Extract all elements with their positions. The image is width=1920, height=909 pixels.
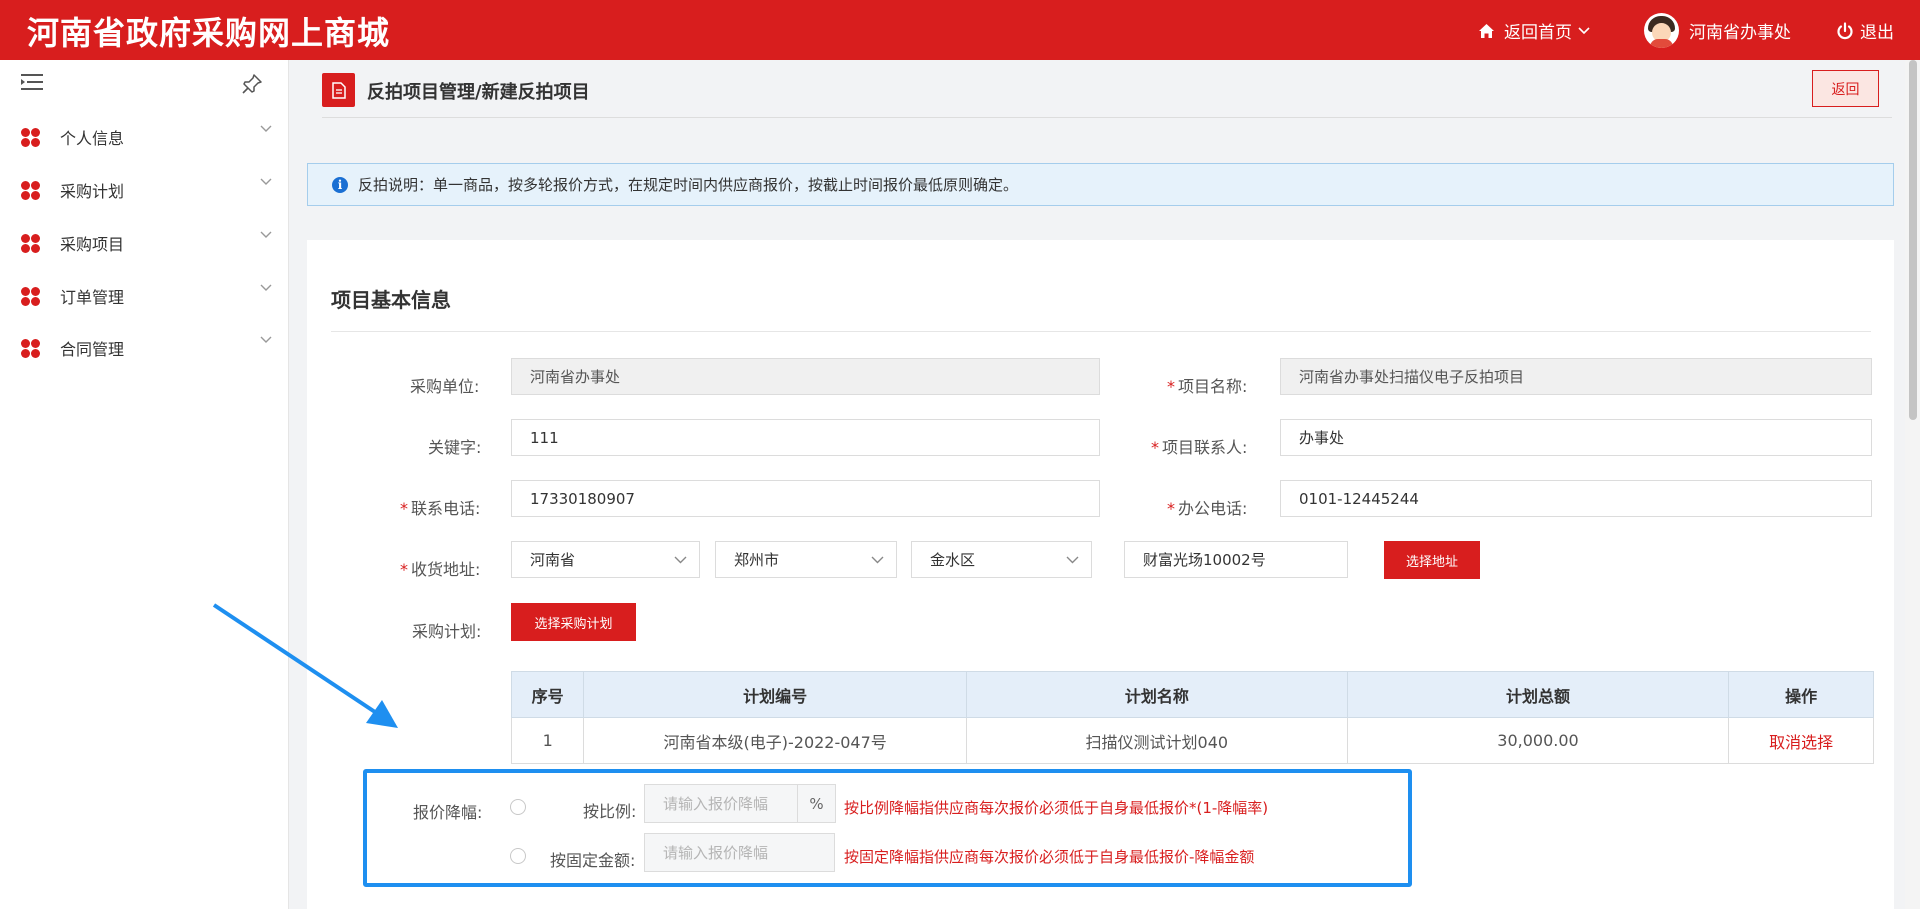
city-select[interactable]: 郑州市 xyxy=(715,541,897,578)
cell-name: 扫描仪测试计划040 xyxy=(965,717,1348,764)
column-header-amount: 计划总额 xyxy=(1346,671,1730,718)
user-name: 河南省办事处 xyxy=(1689,23,1791,43)
top-bar: 河南省政府采购网上商城 返回首页 河南省办事处 退出 xyxy=(0,0,1920,60)
power-icon xyxy=(1837,21,1853,39)
pin-icon[interactable] xyxy=(240,72,264,96)
sidebar-item-contract-management[interactable]: 合同管理 xyxy=(0,322,289,374)
sidebar-item-label: 合同管理 xyxy=(60,340,125,359)
office-phone-label: * 办公电话: xyxy=(1167,499,1248,518)
clover-icon xyxy=(21,287,41,307)
sidebar-item-label: 采购计划 xyxy=(60,182,125,201)
page-title: 反拍项目管理/新建反拍项目 xyxy=(367,82,590,103)
ratio-radio[interactable] xyxy=(510,799,526,815)
ratio-label: 按比例: xyxy=(583,802,637,821)
menu-toggle-icon[interactable] xyxy=(21,73,43,91)
notice-text: 反拍说明：单一商品，按多轮报价方式，在规定时间内供应商报价，按截止时间报价最低原… xyxy=(358,176,1019,194)
clover-icon xyxy=(21,339,41,359)
avatar xyxy=(1644,13,1679,48)
district-select[interactable]: 金水区 xyxy=(911,541,1092,578)
site-brand[interactable]: 河南省政府采购网上商城 xyxy=(27,8,390,54)
cell-code: 河南省本级(电子)-2022-047号 xyxy=(583,717,967,764)
info-icon: i xyxy=(332,176,348,193)
cell-amount: 30,000.00 xyxy=(1346,717,1730,764)
section-title: 项目基本信息 xyxy=(331,288,451,312)
select-plan-button[interactable]: 选择采购计划 xyxy=(511,603,636,641)
fixed-amount-radio[interactable] xyxy=(510,848,526,864)
scroll-thumb[interactable] xyxy=(1909,60,1917,420)
ratio-hint: 按比例降幅指供应商每次报价必须低于自身最低报价*(1-降幅率) xyxy=(844,799,1269,817)
sidebar-item-personal-info[interactable]: 个人信息 xyxy=(0,111,289,163)
street-field[interactable]: 财富光场10002号 xyxy=(1124,541,1348,578)
logout-label: 退出 xyxy=(1860,23,1894,43)
contact-label: * 项目联系人: xyxy=(1151,438,1248,457)
select-address-button[interactable]: 选择地址 xyxy=(1384,541,1480,579)
sidebar: 个人信息 采购计划 采购项目 订单管理 合同管理 xyxy=(0,60,289,909)
cell-no: 1 xyxy=(510,717,585,764)
sidebar-item-label: 订单管理 xyxy=(60,288,125,307)
office-phone-field[interactable]: 0101-12445244 xyxy=(1280,480,1872,517)
document-icon xyxy=(322,73,355,107)
fixed-amount-input[interactable]: 请输入报价降幅 xyxy=(644,833,835,872)
info-notice: i 反拍说明：单一商品，按多轮报价方式，在规定时间内供应商报价，按截止时间报价最… xyxy=(307,163,1894,206)
main-content: 反拍项目管理/新建反拍项目 返回 i 反拍说明：单一商品，按多轮报价方式，在规定… xyxy=(307,60,1894,909)
percent-unit: % xyxy=(798,784,836,823)
chevron-down-icon xyxy=(1578,26,1590,34)
plan-table: 序号 计划编号 计划名称 计划总额 操作 1 河南省本级(电子)-2022-04… xyxy=(510,671,1874,764)
home-icon xyxy=(1479,23,1494,38)
back-button[interactable]: 返回 xyxy=(1812,70,1879,107)
keyword-label: 关键字: xyxy=(428,438,482,457)
fixed-amount-hint: 按固定降幅指供应商每次报价必须低于自身最低报价-降幅金额 xyxy=(844,848,1255,866)
clover-icon xyxy=(21,234,41,254)
sidebar-item-purchase-project[interactable]: 采购项目 xyxy=(0,217,289,269)
chevron-down-icon xyxy=(260,231,272,238)
contact-field[interactable]: 办事处 xyxy=(1280,419,1872,456)
divider xyxy=(331,331,1871,332)
phone-label: * 联系电话: xyxy=(400,499,481,518)
chevron-down-icon xyxy=(1066,556,1079,564)
column-header-code: 计划编号 xyxy=(583,671,967,718)
plan-label: 采购计划: xyxy=(412,622,482,641)
ratio-input[interactable]: 请输入报价降幅 xyxy=(644,784,798,823)
column-header-no: 序号 xyxy=(510,671,585,718)
reduction-label: 报价降幅: xyxy=(413,803,483,822)
column-header-name: 计划名称 xyxy=(965,671,1348,718)
unit-label: 采购单位: xyxy=(410,377,480,396)
home-label: 返回首页 xyxy=(1504,23,1572,43)
column-header-action: 操作 xyxy=(1728,671,1874,718)
table-header-row: 序号 计划编号 计划名称 计划总额 操作 xyxy=(510,671,1874,718)
chevron-down-icon xyxy=(674,556,687,564)
project-name-field[interactable]: 河南省办事处扫描仪电子反拍项目 xyxy=(1280,358,1872,395)
clover-icon xyxy=(21,128,41,148)
project-name-label: * 项目名称: xyxy=(1167,377,1248,396)
cancel-selection-link[interactable]: 取消选择 xyxy=(1728,717,1874,764)
chevron-down-icon xyxy=(260,178,272,185)
sidebar-item-label: 个人信息 xyxy=(60,129,125,148)
table-row: 1 河南省本级(电子)-2022-047号 扫描仪测试计划040 30,000.… xyxy=(510,717,1874,764)
logout-button[interactable]: 退出 xyxy=(1836,18,1894,43)
chevron-down-icon xyxy=(260,336,272,343)
clover-icon xyxy=(21,181,41,201)
unit-field[interactable]: 河南省办事处 xyxy=(511,358,1100,395)
chevron-down-icon xyxy=(871,556,884,564)
chevron-down-icon xyxy=(260,125,272,132)
fixed-amount-label: 按固定金额: xyxy=(550,851,636,870)
keyword-field[interactable]: 111 xyxy=(511,419,1100,456)
province-select[interactable]: 河南省 xyxy=(511,541,700,578)
sidebar-item-order-management[interactable]: 订单管理 xyxy=(0,270,289,322)
scrollbar[interactable] xyxy=(1905,60,1920,909)
chevron-down-icon xyxy=(260,284,272,291)
user-menu[interactable]: 河南省办事处 xyxy=(1644,13,1791,48)
sidebar-item-label: 采购项目 xyxy=(60,235,125,254)
form-card: 项目基本信息 采购单位: 河南省办事处 * 项目名称: 河南省办事处扫描仪电子反拍… xyxy=(307,240,1894,909)
phone-field[interactable]: 17330180907 xyxy=(511,480,1100,517)
address-label: * 收货地址: xyxy=(400,560,481,579)
home-nav[interactable]: 返回首页 xyxy=(1478,18,1590,43)
sidebar-item-purchase-plan[interactable]: 采购计划 xyxy=(0,164,289,216)
page-header: 反拍项目管理/新建反拍项目 xyxy=(322,73,1892,118)
